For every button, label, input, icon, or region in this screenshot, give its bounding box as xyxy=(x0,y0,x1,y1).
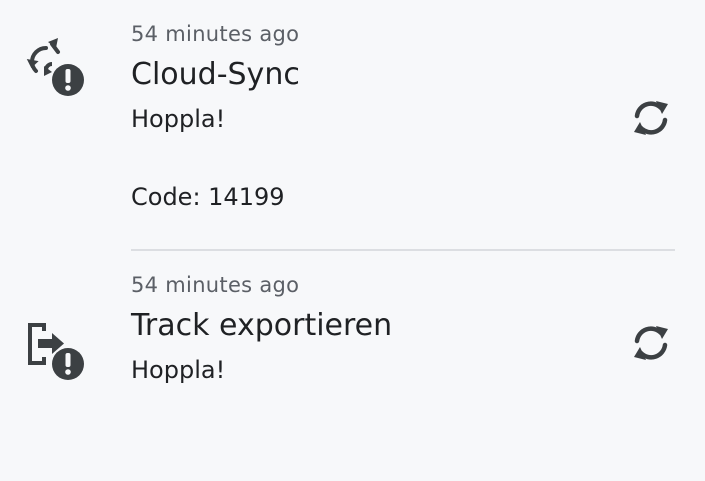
notification-content: 54 minutes ago Track exportieren Hoppla! xyxy=(131,273,605,390)
retry-sync-icon xyxy=(628,98,674,142)
error-code: Code: 14199 xyxy=(131,183,285,211)
timestamp: 54 minutes ago xyxy=(131,22,300,46)
export-error-icon xyxy=(22,317,86,381)
notification-list: 54 minutes ago Cloud-Sync Hoppla! Code: … xyxy=(0,0,705,481)
notification-title: Cloud-Sync xyxy=(131,57,300,92)
timestamp: 54 minutes ago xyxy=(131,273,300,297)
notification-message: Hoppla! xyxy=(131,105,226,133)
notification-content: 54 minutes ago Cloud-Sync Hoppla! Code: … xyxy=(131,0,605,217)
list-item: 54 minutes ago Track exportieren Hoppla! xyxy=(0,251,705,481)
notification-title: Track exportieren xyxy=(131,308,393,343)
retry-button[interactable] xyxy=(624,93,678,147)
retry-sync-icon xyxy=(628,323,674,367)
cloud-sync-error-icon xyxy=(22,36,86,100)
list-item: 54 minutes ago Cloud-Sync Hoppla! Code: … xyxy=(0,0,705,251)
notification-message: Hoppla! xyxy=(131,356,226,384)
retry-button[interactable] xyxy=(624,318,678,372)
